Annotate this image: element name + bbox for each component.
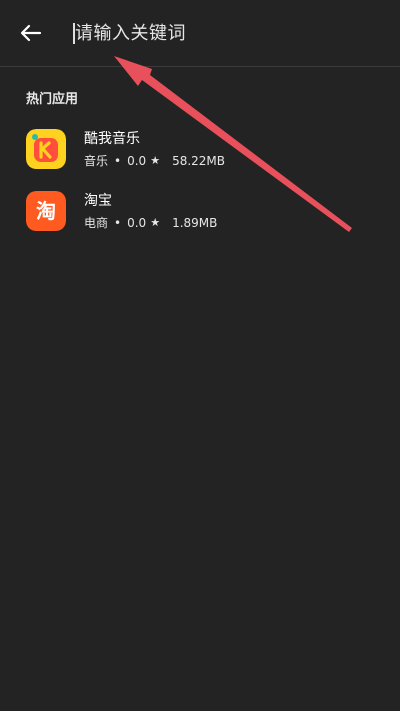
app-category: 音乐: [84, 154, 109, 168]
search-input[interactable]: [72, 18, 372, 48]
app-rating: 0.0: [127, 215, 147, 230]
app-rating: 0.0: [127, 153, 147, 168]
app-list-item-kuwo[interactable]: 酷我音乐 音乐 • 0.0 ★ 58.22MB: [0, 124, 400, 180]
star-icon: ★: [150, 216, 161, 229]
app-search-screen: 热门应用 酷我音乐 音乐 • 0.0 ★ 58.22MB 淘 淘宝: [0, 0, 400, 711]
app-name: 酷我音乐: [84, 131, 140, 147]
back-button[interactable]: [14, 18, 48, 48]
app-category: 电商: [84, 216, 109, 230]
app-name: 淘宝: [84, 193, 112, 209]
search-field-container: [72, 18, 372, 48]
svg-text:淘: 淘: [36, 199, 56, 223]
hot-apps-title: 热门应用: [26, 92, 79, 107]
app-list-item-taobao[interactable]: 淘 淘宝 电商 • 0.0 ★ 1.89MB: [0, 186, 400, 242]
app-size: 58.22MB: [172, 153, 226, 168]
search-top-bar: [0, 0, 400, 67]
arrow-left-icon: [20, 24, 42, 42]
text-cursor: [73, 23, 75, 44]
app-meta: 电商 • 0.0 ★ 1.89MB: [84, 214, 217, 231]
app-meta: 音乐 • 0.0 ★ 58.22MB: [84, 152, 225, 169]
app-size: 1.89MB: [172, 215, 218, 230]
star-icon: ★: [150, 154, 161, 167]
kuwo-music-icon: [26, 129, 66, 169]
taobao-icon: 淘: [26, 191, 66, 231]
dot-separator: •: [114, 215, 122, 230]
dot-separator: •: [114, 153, 122, 168]
